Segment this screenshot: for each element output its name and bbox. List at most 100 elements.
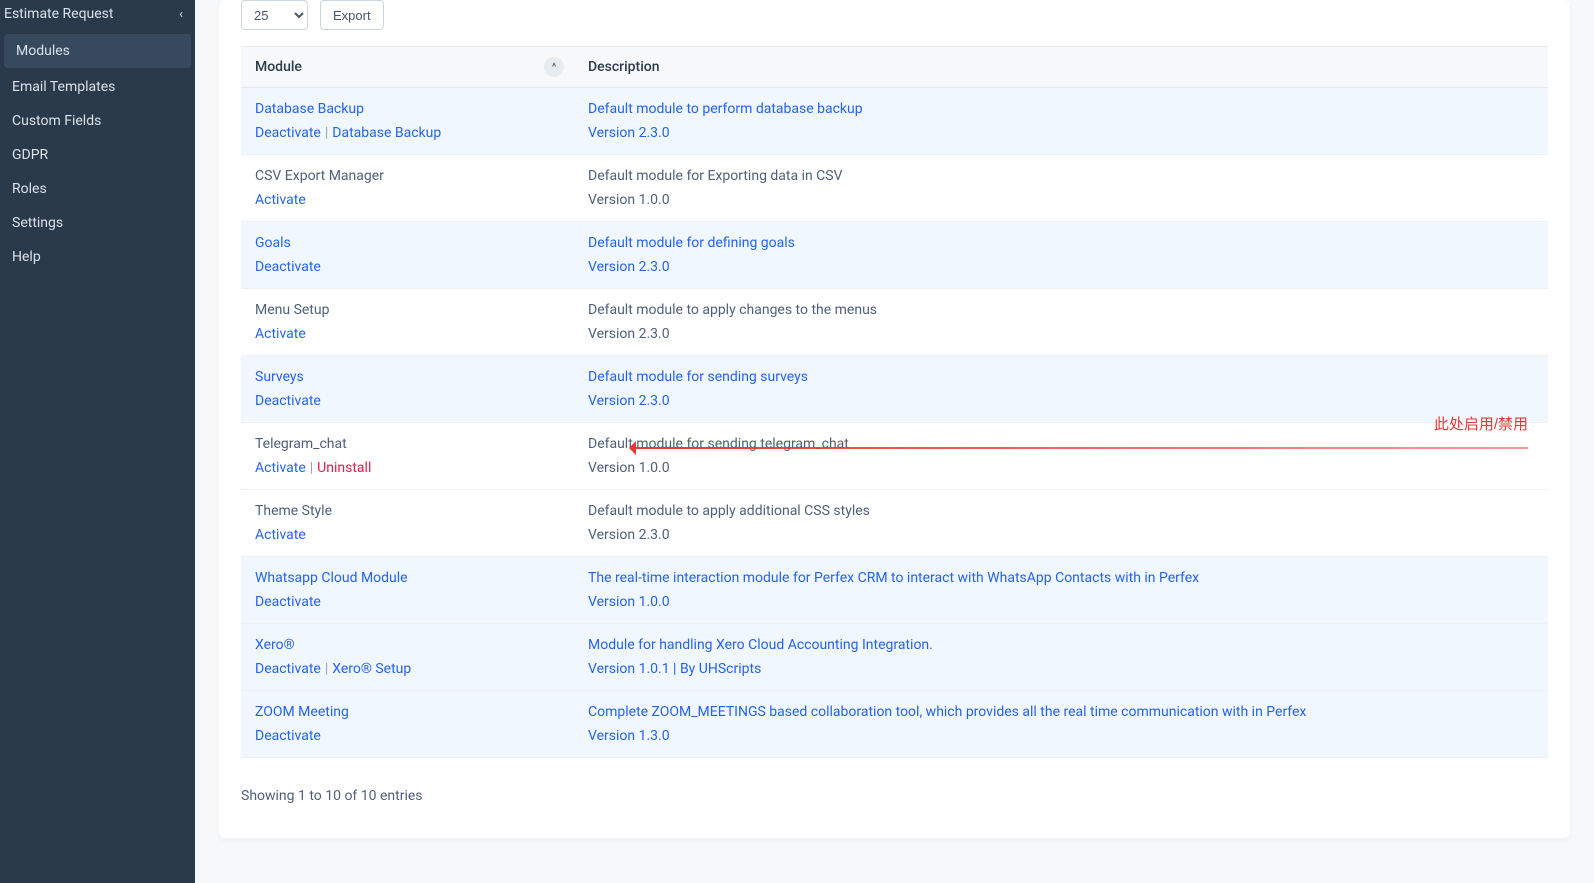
- sidebar-item-modules[interactable]: Modules: [4, 34, 191, 68]
- modules-table: Module ^ Description Database BackupDeac…: [241, 46, 1548, 758]
- sidebar-item-settings[interactable]: Settings: [0, 206, 195, 240]
- separator: |: [310, 460, 313, 476]
- module-cell: Surveys Deactivate: [241, 356, 574, 423]
- sidebar-item-label: Email Templates: [12, 79, 115, 95]
- module-cell: ZOOM Meeting Deactivate: [241, 691, 574, 758]
- module-version[interactable]: Version 1.0.0: [588, 594, 1534, 610]
- sidebar-item-gdpr[interactable]: GDPR: [0, 138, 195, 172]
- module-cell: Xero® Deactivate|Xero® Setup: [241, 624, 574, 691]
- module-cell: Database BackupDeactivate|Database Backu…: [241, 88, 574, 155]
- module-name[interactable]: Goals: [255, 235, 560, 251]
- sidebar-parent-estimate-request[interactable]: Estimate Request ‹: [0, 0, 195, 32]
- module-name[interactable]: Surveys: [255, 369, 560, 385]
- action-deactivate[interactable]: Deactivate: [255, 661, 321, 677]
- description-cell: Default module to apply additional CSS s…: [574, 490, 1548, 557]
- action-uninstall[interactable]: Uninstall: [317, 460, 371, 476]
- sidebar-item-roles[interactable]: Roles: [0, 172, 195, 206]
- module-description[interactable]: Default module to perform database backu…: [588, 101, 1534, 117]
- action-activate[interactable]: Activate: [255, 460, 306, 476]
- sidebar-item-email-templates[interactable]: Email Templates: [0, 70, 195, 104]
- description-cell: Default module for sending surveys Versio…: [574, 356, 1548, 423]
- sidebar-item-label: Settings: [12, 215, 63, 231]
- row-actions: Deactivate: [255, 728, 560, 744]
- sidebar-item-label: GDPR: [12, 147, 48, 163]
- main-content: 25 Export Module ^ Description: [195, 0, 1594, 883]
- row-actions: Activate: [255, 192, 560, 208]
- module-description: Default module to apply changes to the m…: [588, 302, 1534, 318]
- sidebar-item-help[interactable]: Help: [0, 240, 195, 274]
- table-row: ZOOM Meeting Deactivate Complete ZOOM_MEET…: [241, 691, 1548, 758]
- action-deactivate[interactable]: Deactivate: [255, 393, 321, 409]
- row-actions: Activate: [255, 326, 560, 342]
- action-xero-setup[interactable]: Xero® Setup: [332, 661, 411, 677]
- module-description[interactable]: Default module for sending surveys: [588, 369, 1534, 385]
- row-actions: Deactivate: [255, 393, 560, 409]
- table-row: Goals Deactivate Default module for defini…: [241, 222, 1548, 289]
- export-button[interactable]: Export: [320, 0, 384, 30]
- module-description[interactable]: Module for handling Xero Cloud Accountin…: [588, 637, 1534, 653]
- sidebar-item-label: Help: [12, 249, 41, 265]
- table-row: Telegram_chat Activate|Uninstall Default m…: [241, 423, 1548, 490]
- table-row: Surveys Deactivate Default module for send…: [241, 356, 1548, 423]
- sort-asc-icon[interactable]: ^: [544, 57, 564, 77]
- row-actions: Deactivate: [255, 259, 560, 275]
- module-name: Telegram_chat: [255, 436, 560, 452]
- description-cell: Default module for defining goals Version…: [574, 222, 1548, 289]
- row-actions: Activate|Uninstall: [255, 460, 560, 476]
- action-activate[interactable]: Activate: [255, 192, 306, 208]
- module-version: Version 2.3.0: [588, 326, 1534, 342]
- table-row: Whatsapp Cloud Module Deactivate The real-…: [241, 557, 1548, 624]
- description-cell: Default module for sending telegram_chat…: [574, 423, 1548, 490]
- module-version: Version 1.0.0: [588, 192, 1534, 208]
- module-version[interactable]: Version 2.3.0: [588, 259, 1534, 275]
- action-activate[interactable]: Activate: [255, 527, 306, 543]
- page-size-select[interactable]: 25: [241, 0, 308, 30]
- col-header-module[interactable]: Module ^: [241, 47, 574, 88]
- module-cell: CSV Export Manager Activate: [241, 155, 574, 222]
- module-cell: Menu SetupActivate: [241, 289, 574, 356]
- module-version: Version 1.0.0: [588, 460, 1534, 476]
- module-name[interactable]: Whatsapp Cloud Module: [255, 570, 560, 586]
- module-description[interactable]: Complete ZOOM_MEETINGS based collaborati…: [588, 704, 1534, 720]
- action-deactivate[interactable]: Deactivate: [255, 594, 321, 610]
- module-description[interactable]: The real-time interaction module for Per…: [588, 570, 1534, 586]
- module-name[interactable]: ZOOM Meeting: [255, 704, 560, 720]
- sidebar-parent-label: Estimate Request: [4, 6, 114, 22]
- table-row: Database BackupDeactivate|Database Backu…: [241, 88, 1548, 155]
- table-footer-info: Showing 1 to 10 of 10 entries: [219, 758, 1570, 808]
- row-actions: Deactivate|Database Backup: [255, 125, 560, 141]
- sidebar-item-custom-fields[interactable]: Custom Fields: [0, 104, 195, 138]
- sidebar: Estimate Request ‹ Modules Email Template…: [0, 0, 195, 883]
- table-row: Xero® Deactivate|Xero® Setup Module for ha…: [241, 624, 1548, 691]
- module-version[interactable]: Version 2.3.0: [588, 125, 1534, 141]
- toolbar: 25 Export: [219, 0, 1570, 42]
- module-version[interactable]: Version 1.0.1 | By UHScripts: [588, 661, 1534, 677]
- module-version[interactable]: Version 1.3.0: [588, 728, 1534, 744]
- module-description: Default module for Exporting data in CSV: [588, 168, 1534, 184]
- module-name[interactable]: Database Backup: [255, 101, 560, 117]
- sidebar-item-label: Roles: [12, 181, 47, 197]
- module-cell: Telegram_chat Activate|Uninstall: [241, 423, 574, 490]
- separator: |: [325, 661, 328, 677]
- description-cell: Default module to perform database backu…: [574, 88, 1548, 155]
- description-cell: Default module for Exporting data in CSV…: [574, 155, 1548, 222]
- col-header-module-label: Module: [255, 59, 302, 75]
- module-description[interactable]: Default module for defining goals: [588, 235, 1534, 251]
- separator: |: [325, 125, 328, 141]
- sidebar-item-label: Modules: [16, 43, 70, 59]
- description-cell: Default module to apply changes to the m…: [574, 289, 1548, 356]
- module-name: CSV Export Manager: [255, 168, 560, 184]
- col-header-description[interactable]: Description: [574, 47, 1548, 88]
- action-deactivate[interactable]: Deactivate: [255, 728, 321, 744]
- module-version[interactable]: Version 2.3.0: [588, 393, 1534, 409]
- table-row: Theme StyleActivateDefault module to app…: [241, 490, 1548, 557]
- table-row: Menu SetupActivate Default module to appl…: [241, 289, 1548, 356]
- action-database-backup[interactable]: Database Backup: [332, 125, 441, 141]
- action-deactivate[interactable]: Deactivate: [255, 125, 321, 141]
- module-name[interactable]: Xero®: [255, 637, 560, 653]
- action-deactivate[interactable]: Deactivate: [255, 259, 321, 275]
- action-activate[interactable]: Activate: [255, 326, 306, 342]
- module-cell: Theme StyleActivate: [241, 490, 574, 557]
- row-actions: Activate: [255, 527, 560, 543]
- description-cell: The real-time interaction module for Per…: [574, 557, 1548, 624]
